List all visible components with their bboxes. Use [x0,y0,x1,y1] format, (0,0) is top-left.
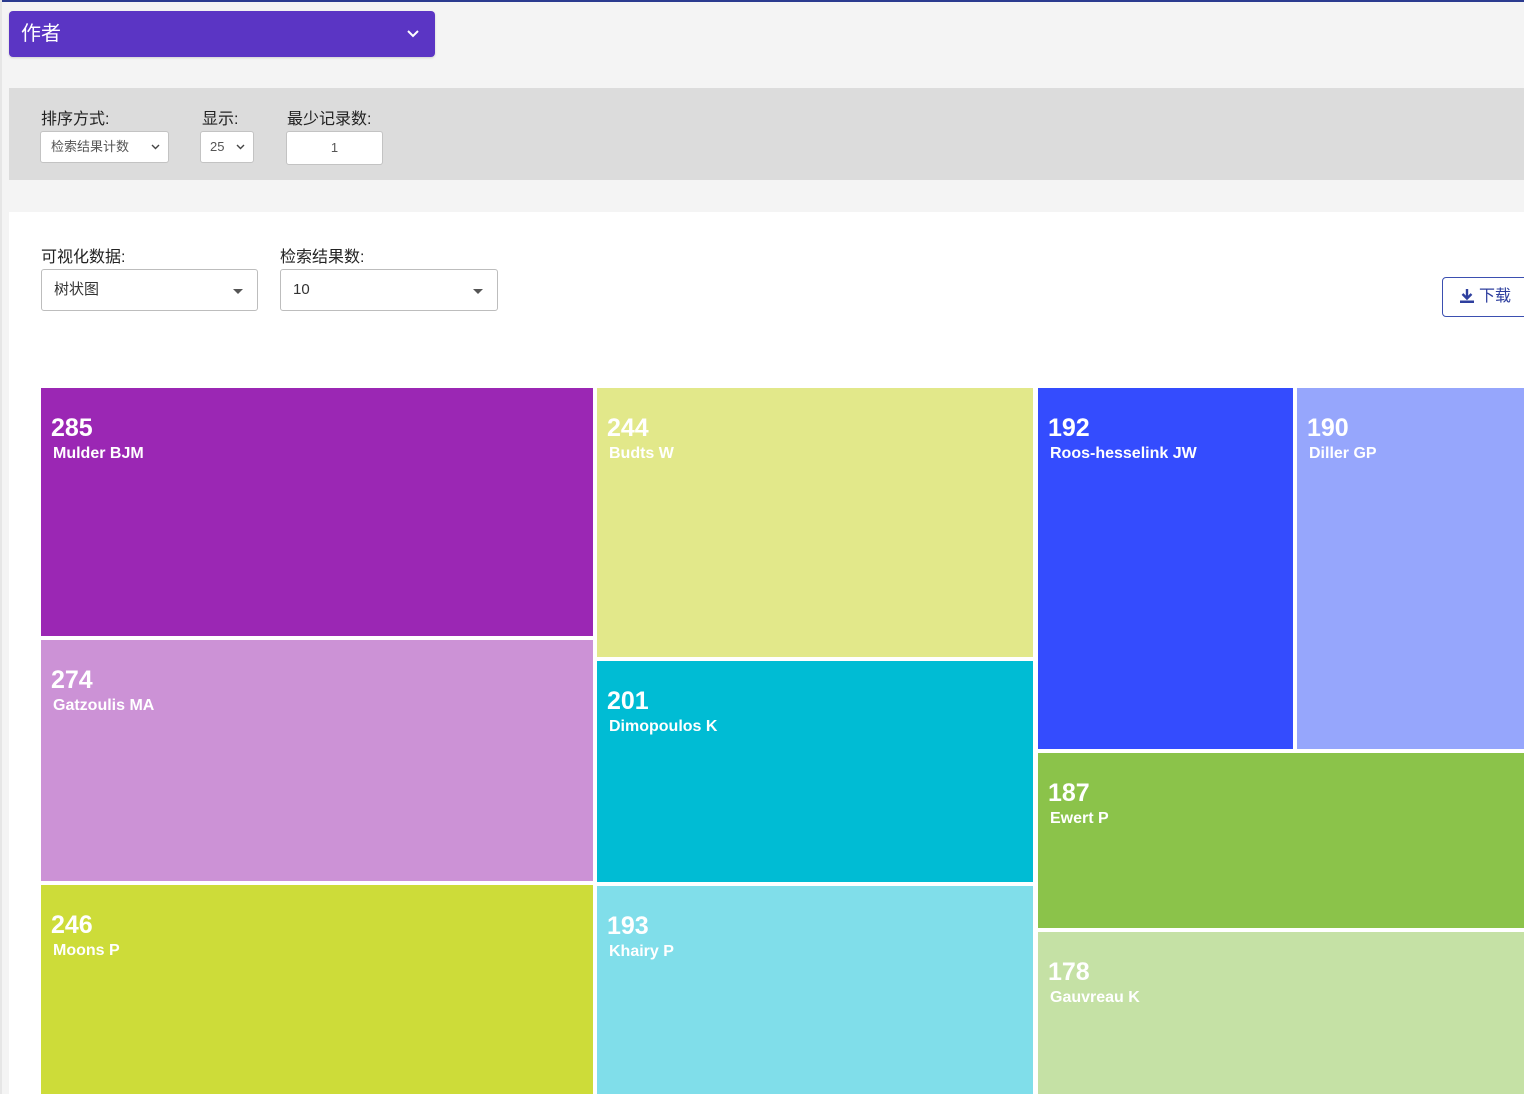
min-records-value: 1 [330,140,339,155]
chevron-down-icon [236,132,245,162]
caret-down-icon [473,289,483,294]
treemap-tile-value: 193 [607,912,649,940]
visualization-type-value: 树状图 [54,281,100,298]
treemap-tile[interactable]: 190 Diller GP [1297,388,1524,749]
treemap-tile-value: 201 [607,687,649,715]
treemap-tile-value: 274 [51,666,93,694]
treemap-tile-label: Dimopoulos K [609,718,718,735]
treemap-tile-label: Diller GP [1309,445,1377,462]
result-count-label: 检索结果数: [280,249,365,266]
treemap-tile-value: 285 [51,414,93,442]
download-icon [1460,289,1474,303]
author-dropdown-label: 作者 [21,23,61,45]
min-records-label: 最少记录数: [287,111,372,128]
left-border [0,0,2,1094]
treemap-tile[interactable]: 178 Gauvreau K [1038,932,1524,1094]
treemap-tile-label: Ewert P [1050,810,1109,827]
chevron-down-icon [151,132,160,162]
treemap-tile[interactable]: 192 Roos-hesselink JW [1038,388,1293,749]
treemap-tile-label: Khairy P [609,943,674,960]
treemap-tile[interactable]: 193 Khairy P [597,886,1033,1094]
show-count-select[interactable]: 25 [200,131,254,163]
sort-select-value: 检索结果计数 [51,139,130,154]
treemap-tile-label: Gauvreau K [1050,989,1140,1006]
treemap-tile-value: 244 [607,414,649,442]
result-count-value: 10 [293,281,310,298]
treemap-tile-value: 246 [51,911,93,939]
treemap-tile-value: 178 [1048,958,1090,986]
chevron-down-icon [407,11,419,57]
treemap-tile-value: 187 [1048,779,1090,807]
sort-select[interactable]: 检索结果计数 [40,131,169,163]
treemap-tile[interactable]: 274 Gatzoulis MA [41,640,593,881]
treemap-tile-label: Moons P [53,942,120,959]
visualization-data-label: 可视化数据: [41,249,126,266]
treemap-tile-label: Gatzoulis MA [53,697,155,714]
top-border [0,0,1524,2]
author-dropdown[interactable]: 作者 [9,11,435,57]
treemap-tile-value: 190 [1307,414,1349,442]
treemap-tile[interactable]: 201 Dimopoulos K [597,661,1033,882]
min-records-input[interactable]: 1 [286,131,383,165]
sort-label: 排序方式: [41,111,110,128]
treemap-tile[interactable]: 187 Ewert P [1038,753,1524,928]
treemap-tile[interactable]: 244 Budts W [597,388,1033,657]
show-label: 显示: [202,111,239,128]
download-label: 下载 [1479,288,1512,305]
treemap-tile-label: Roos-hesselink JW [1050,445,1197,462]
visualization-type-select[interactable]: 树状图 [41,269,258,311]
treemap-tile[interactable]: 285 Mulder BJM [41,388,593,636]
treemap-tile-label: Mulder BJM [53,445,144,462]
show-count-value: 25 [210,139,225,154]
treemap-tile[interactable]: 246 Moons P [41,885,593,1094]
result-count-select[interactable]: 10 [280,269,498,311]
caret-down-icon [233,289,243,294]
treemap-tile-label: Budts W [609,445,674,462]
download-button[interactable]: 下载 [1442,277,1524,317]
filter-panel: 排序方式: 检索结果计数 显示: 25 最少记录数: 1 [9,88,1524,180]
treemap-tile-value: 192 [1048,414,1090,442]
